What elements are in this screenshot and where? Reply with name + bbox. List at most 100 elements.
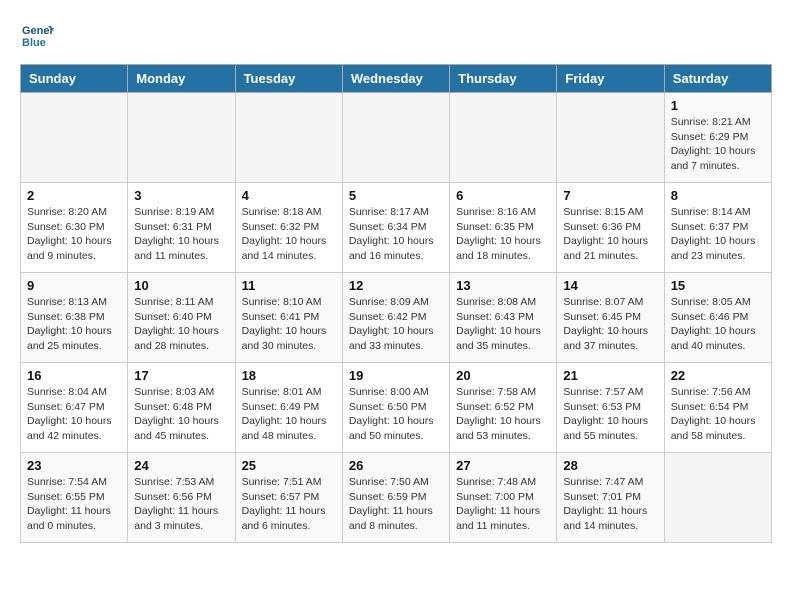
logo-icon: General Blue [20,20,54,54]
calendar-cell: 9Sunrise: 8:13 AM Sunset: 6:38 PM Daylig… [21,273,128,363]
day-number: 2 [27,188,121,203]
calendar-cell: 2Sunrise: 8:20 AM Sunset: 6:30 PM Daylig… [21,183,128,273]
day-info: Sunrise: 7:58 AM Sunset: 6:52 PM Dayligh… [456,385,550,444]
day-info: Sunrise: 8:18 AM Sunset: 6:32 PM Dayligh… [242,205,336,264]
day-number: 13 [456,278,550,293]
calendar-body: 1Sunrise: 8:21 AM Sunset: 6:29 PM Daylig… [21,93,772,543]
day-number: 26 [349,458,443,473]
day-info: Sunrise: 8:01 AM Sunset: 6:49 PM Dayligh… [242,385,336,444]
day-info: Sunrise: 8:14 AM Sunset: 6:37 PM Dayligh… [671,205,765,264]
page-header: General Blue [20,20,772,54]
day-number: 24 [134,458,228,473]
calendar-cell: 25 Sunrise: 7:51 AM Sunset: 6:57 PM Dayli… [235,453,342,543]
day-info: Sunrise: 8:09 AM Sunset: 6:42 PM Dayligh… [349,295,443,354]
day-info: Sunrise: 8:00 AM Sunset: 6:50 PM Dayligh… [349,385,443,444]
weekday-header-sunday: Sunday [21,65,128,93]
calendar-cell: 5Sunrise: 8:17 AM Sunset: 6:34 PM Daylig… [342,183,449,273]
calendar-week-row: 9Sunrise: 8:13 AM Sunset: 6:38 PM Daylig… [21,273,772,363]
day-info: Sunrise: 8:15 AM Sunset: 6:36 PM Dayligh… [563,205,657,264]
calendar-cell: 28Sunrise: 7:47 AM Sunset: 7:01 PM Dayli… [557,453,664,543]
calendar-week-row: 23 Sunrise: 7:54 AM Sunset: 6:55 PM Dayli… [21,453,772,543]
calendar-cell: 6 Sunrise: 8:16 AM Sunset: 6:35 PM Daylig… [450,183,557,273]
day-number: 10 [134,278,228,293]
calendar-cell [128,93,235,183]
day-info: Sunrise: 7:48 AM Sunset: 7:00 PM Dayligh… [456,475,550,534]
day-info: Sunrise: 7:50 AM Sunset: 6:59 PM Dayligh… [349,475,443,534]
day-info: Sunrise: 8:19 AM Sunset: 6:31 PM Dayligh… [134,205,228,264]
weekday-header-wednesday: Wednesday [342,65,449,93]
calendar-cell: 21Sunrise: 7:57 AM Sunset: 6:53 PM Dayli… [557,363,664,453]
calendar-cell [21,93,128,183]
day-info: Sunrise: 8:13 AM Sunset: 6:38 PM Dayligh… [27,295,121,354]
calendar-cell: 14Sunrise: 8:07 AM Sunset: 6:45 PM Dayli… [557,273,664,363]
calendar-cell [557,93,664,183]
calendar-cell: 8 Sunrise: 8:14 AM Sunset: 6:37 PM Daylig… [664,183,771,273]
day-number: 22 [671,368,765,383]
day-info: Sunrise: 8:04 AM Sunset: 6:47 PM Dayligh… [27,385,121,444]
day-info: Sunrise: 8:10 AM Sunset: 6:41 PM Dayligh… [242,295,336,354]
weekday-header-saturday: Saturday [664,65,771,93]
calendar-cell: 12 Sunrise: 8:09 AM Sunset: 6:42 PM Dayli… [342,273,449,363]
logo: General Blue [20,20,54,54]
day-info: Sunrise: 7:54 AM Sunset: 6:55 PM Dayligh… [27,475,121,534]
day-info: Sunrise: 7:47 AM Sunset: 7:01 PM Dayligh… [563,475,657,534]
calendar-cell: 19 Sunrise: 8:00 AM Sunset: 6:50 PM Dayli… [342,363,449,453]
day-number: 1 [671,98,765,113]
day-number: 19 [349,368,443,383]
day-number: 11 [242,278,336,293]
calendar-cell: 26 Sunrise: 7:50 AM Sunset: 6:59 PM Dayli… [342,453,449,543]
day-info: Sunrise: 7:57 AM Sunset: 6:53 PM Dayligh… [563,385,657,444]
calendar-cell: 13 Sunrise: 8:08 AM Sunset: 6:43 PM Dayli… [450,273,557,363]
day-number: 8 [671,188,765,203]
day-number: 3 [134,188,228,203]
calendar-cell: 3 Sunrise: 8:19 AM Sunset: 6:31 PM Daylig… [128,183,235,273]
day-number: 6 [456,188,550,203]
svg-text:Blue: Blue [22,37,46,49]
day-number: 4 [242,188,336,203]
calendar-week-row: 1Sunrise: 8:21 AM Sunset: 6:29 PM Daylig… [21,93,772,183]
weekday-header-thursday: Thursday [450,65,557,93]
calendar-cell: 1Sunrise: 8:21 AM Sunset: 6:29 PM Daylig… [664,93,771,183]
day-number: 17 [134,368,228,383]
calendar-cell: 24 Sunrise: 7:53 AM Sunset: 6:56 PM Dayli… [128,453,235,543]
calendar-cell [450,93,557,183]
calendar-cell: 27 Sunrise: 7:48 AM Sunset: 7:00 PM Dayli… [450,453,557,543]
day-number: 14 [563,278,657,293]
calendar-cell [342,93,449,183]
calendar-cell: 16 Sunrise: 8:04 AM Sunset: 6:47 PM Dayli… [21,363,128,453]
day-number: 15 [671,278,765,293]
calendar-cell: 7Sunrise: 8:15 AM Sunset: 6:36 PM Daylig… [557,183,664,273]
calendar-header: SundayMondayTuesdayWednesdayThursdayFrid… [21,65,772,93]
day-info: Sunrise: 8:08 AM Sunset: 6:43 PM Dayligh… [456,295,550,354]
calendar-week-row: 16 Sunrise: 8:04 AM Sunset: 6:47 PM Dayli… [21,363,772,453]
day-info: Sunrise: 8:11 AM Sunset: 6:40 PM Dayligh… [134,295,228,354]
calendar-cell: 18 Sunrise: 8:01 AM Sunset: 6:49 PM Dayli… [235,363,342,453]
weekday-header-friday: Friday [557,65,664,93]
calendar-cell: 11 Sunrise: 8:10 AM Sunset: 6:41 PM Dayli… [235,273,342,363]
day-info: Sunrise: 8:16 AM Sunset: 6:35 PM Dayligh… [456,205,550,264]
day-number: 16 [27,368,121,383]
calendar-cell: 20 Sunrise: 7:58 AM Sunset: 6:52 PM Dayli… [450,363,557,453]
calendar-cell: 22 Sunrise: 7:56 AM Sunset: 6:54 PM Dayli… [664,363,771,453]
calendar-cell: 17Sunrise: 8:03 AM Sunset: 6:48 PM Dayli… [128,363,235,453]
day-number: 20 [456,368,550,383]
calendar-cell: 10 Sunrise: 8:11 AM Sunset: 6:40 PM Dayli… [128,273,235,363]
day-number: 18 [242,368,336,383]
calendar-cell: 23 Sunrise: 7:54 AM Sunset: 6:55 PM Dayli… [21,453,128,543]
weekday-header-row: SundayMondayTuesdayWednesdayThursdayFrid… [21,65,772,93]
calendar-cell [235,93,342,183]
day-number: 5 [349,188,443,203]
day-number: 23 [27,458,121,473]
day-info: Sunrise: 7:53 AM Sunset: 6:56 PM Dayligh… [134,475,228,534]
day-info: Sunrise: 8:05 AM Sunset: 6:46 PM Dayligh… [671,295,765,354]
calendar-table: SundayMondayTuesdayWednesdayThursdayFrid… [20,64,772,543]
weekday-header-tuesday: Tuesday [235,65,342,93]
day-number: 12 [349,278,443,293]
calendar-week-row: 2Sunrise: 8:20 AM Sunset: 6:30 PM Daylig… [21,183,772,273]
day-info: Sunrise: 7:56 AM Sunset: 6:54 PM Dayligh… [671,385,765,444]
day-number: 27 [456,458,550,473]
calendar-cell: 15 Sunrise: 8:05 AM Sunset: 6:46 PM Dayli… [664,273,771,363]
day-number: 25 [242,458,336,473]
calendar-cell [664,453,771,543]
day-info: Sunrise: 7:51 AM Sunset: 6:57 PM Dayligh… [242,475,336,534]
